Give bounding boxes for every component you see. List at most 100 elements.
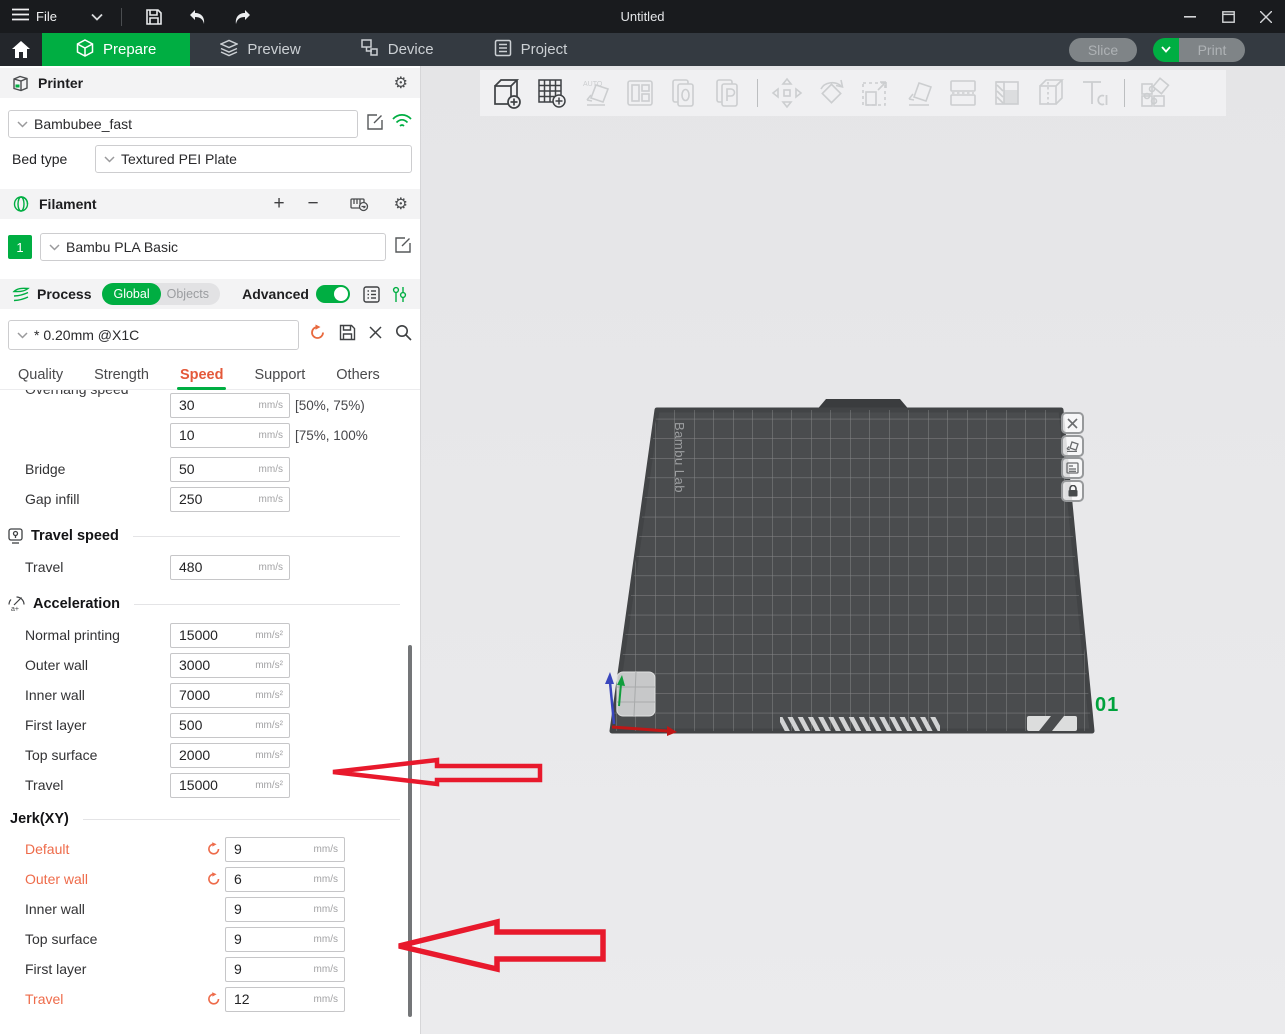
accel-top-surface-input[interactable]: 2000mm/s² [170,743,290,768]
print-button[interactable]: Print [1179,38,1245,62]
reset-jerk-outer-wall-icon[interactable] [203,872,225,886]
ams-settings-icon[interactable] [350,196,369,212]
overhang-speed-input-1[interactable]: 30 mm/s [170,393,290,418]
titlebar-divider [121,8,122,26]
overhang-speed-label: Overhang speed [25,390,129,397]
file-menu-button[interactable]: File [12,8,57,26]
advanced-toggle[interactable] [316,285,350,303]
tab-others[interactable]: Others [336,367,380,383]
tab-support[interactable]: Support [254,367,305,383]
accel-travel-input[interactable]: 15000mm/s² [170,773,290,798]
maximize-button[interactable] [1209,0,1247,33]
tab-speed[interactable]: Speed [180,367,224,383]
filament-preset-select[interactable]: Bambu PLA Basic [40,233,386,261]
scope-global[interactable]: Global [102,283,160,305]
home-button[interactable] [0,33,42,66]
print-dropdown-button[interactable] [1153,38,1179,62]
travel-speed-input[interactable]: 480 mm/s [170,555,290,580]
3d-viewport[interactable]: AUTO [421,66,1285,1034]
sidebar-scrollbar[interactable] [408,645,412,1017]
filament-preset-value: Bambu PLA Basic [66,239,178,255]
parameter-list-icon[interactable] [363,286,380,303]
edit-printer-icon[interactable] [366,113,384,136]
jerk-default-input[interactable]: 9mm/s [225,837,345,862]
minimize-button[interactable] [1171,0,1209,33]
filament-settings-gear-icon[interactable]: ⚙ [394,194,408,214]
search-preset-icon[interactable] [395,324,412,346]
arrange-plate-button[interactable] [1061,435,1084,457]
jerk-travel-input[interactable]: 12mm/s [225,987,345,1012]
tab-label: Preview [247,41,300,58]
lock-plate-button[interactable] [1061,480,1084,502]
tab-strength[interactable]: Strength [94,367,149,383]
printer-preset-select[interactable]: Bambubee_fast [8,110,358,138]
accel-top-surface-row: Top surface 2000mm/s² [0,740,420,770]
tab-quality[interactable]: Quality [18,367,63,383]
tab-preview[interactable]: Preview [190,33,330,66]
tab-device[interactable]: Device [331,33,464,66]
jerk-outer-wall-row: Outer wall 6mm/s [0,864,420,894]
acceleration-icon: a+ [8,596,25,613]
process-tabs: Quality Strength Speed Support Others [0,360,420,390]
reset-jerk-travel-icon[interactable] [203,992,225,1006]
filament-section-header: Filament + − ⚙ [0,189,420,219]
tab-prepare[interactable]: Prepare [42,33,190,66]
process-scope-toggle[interactable]: Global Objects [102,283,220,305]
printer-icon [12,75,29,92]
prepare-icon [76,39,94,61]
accel-normal-input[interactable]: 15000mm/s² [170,623,290,648]
tab-label: Device [388,41,434,58]
save-button[interactable] [140,5,168,29]
overhang-range-1: [50%, 75%) [295,398,365,413]
jerk-section: Jerk(XY) [0,804,420,834]
save-preset-icon[interactable] [339,324,356,346]
overhang-speed-input-2[interactable]: 10 mm/s [170,423,290,448]
advanced-label: Advanced [242,286,309,302]
close-button[interactable] [1247,0,1285,33]
jerk-top-surface-input[interactable]: 9mm/s [225,927,345,952]
scope-objects[interactable]: Objects [161,287,220,301]
build-plate[interactable]: Bambu Lab [421,66,1285,1034]
device-icon [361,39,379,61]
gap-infill-input[interactable]: 250 mm/s [170,487,290,512]
delete-preset-icon[interactable] [369,326,382,344]
accel-outer-wall-input[interactable]: 3000mm/s² [170,653,290,678]
delete-plate-button[interactable] [1061,412,1084,434]
reset-preset-icon[interactable] [309,324,326,346]
tab-project[interactable]: Project [464,33,598,66]
accel-first-layer-row: First layer 500mm/s² [0,710,420,740]
remove-filament-icon[interactable]: − [308,193,319,215]
printer-settings-gear-icon[interactable]: ⚙ [394,73,408,93]
jerk-inner-wall-row: Inner wall 9mm/s [0,894,420,924]
file-menu-label: File [36,9,57,24]
bambu-studio-window: File Untitled [0,0,1285,1034]
process-section-title: Process [37,286,91,302]
jerk-outer-wall-input[interactable]: 6mm/s [225,867,345,892]
add-filament-icon[interactable]: + [273,193,284,215]
accel-travel-row: Travel 15000mm/s² [0,770,420,800]
parameter-tune-icon[interactable] [391,286,408,303]
edit-filament-icon[interactable] [394,236,412,259]
redo-button[interactable] [228,5,256,29]
accel-first-layer-input[interactable]: 500mm/s² [170,713,290,738]
accel-normal-row: Normal printing 15000mm/s² [0,620,420,650]
wifi-icon[interactable] [392,114,412,134]
plate-action-buttons [1061,412,1084,502]
bridge-row: Bridge 50 mm/s [0,454,420,484]
reset-jerk-default-icon[interactable] [203,842,225,856]
accel-inner-wall-row: Inner wall 7000mm/s² [0,680,420,710]
jerk-first-layer-input[interactable]: 9mm/s [225,957,345,982]
filament-section-title: Filament [39,196,97,212]
plate-settings-button[interactable] [1061,457,1084,479]
chevron-down-icon[interactable] [91,8,103,26]
title-bar: File Untitled [0,0,1285,33]
accel-inner-wall-input[interactable]: 7000mm/s² [170,683,290,708]
jerk-inner-wall-input[interactable]: 9mm/s [225,897,345,922]
travel-speed-row: Travel 480 mm/s [0,552,420,582]
bridge-input[interactable]: 50 mm/s [170,457,290,482]
process-preset-select[interactable]: * 0.20mm @X1C [8,320,299,350]
undo-button[interactable] [184,5,212,29]
slice-button[interactable]: Slice [1069,38,1137,62]
filament-slot-badge[interactable]: 1 [8,235,32,259]
bed-type-select[interactable]: Textured PEI Plate [95,145,412,173]
